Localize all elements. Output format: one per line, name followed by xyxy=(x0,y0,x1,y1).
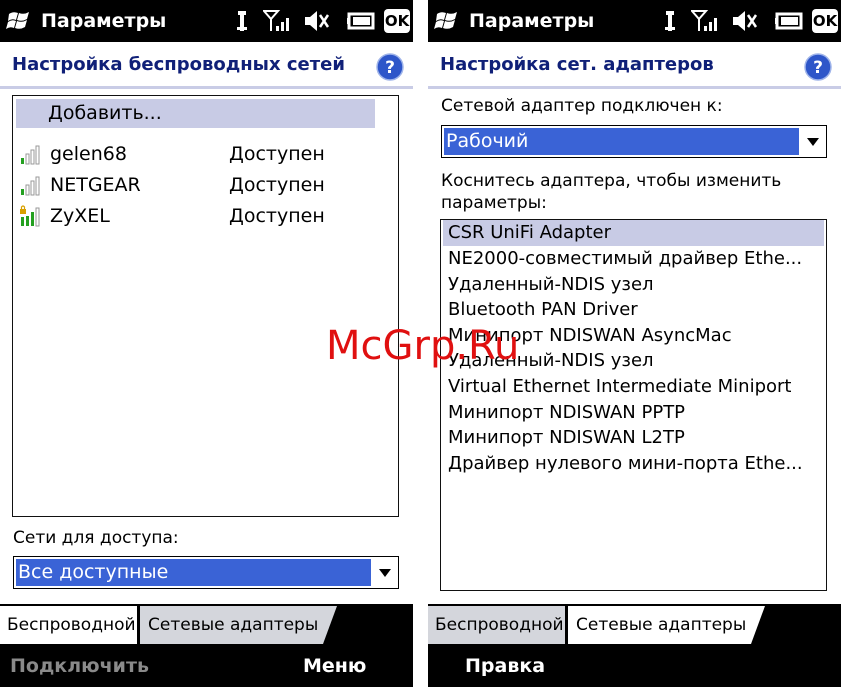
adapter-item[interactable]: Bluetooth PAN Driver xyxy=(443,297,824,323)
menu-softkey[interactable]: Меню xyxy=(303,654,366,678)
speaker-mute-icon[interactable] xyxy=(303,8,331,34)
battery-icon[interactable] xyxy=(347,8,377,34)
signal-strength-icon[interactable] xyxy=(691,8,721,34)
help-icon[interactable]: ? xyxy=(376,53,404,81)
tab-wireless[interactable]: Беспроводной xyxy=(0,606,137,644)
adapter-item[interactable]: Минипорт NDISWAN AsyncMac xyxy=(443,323,824,349)
help-icon[interactable]: ? xyxy=(804,53,832,81)
ok-button[interactable]: OK xyxy=(384,9,410,33)
antenna-icon[interactable] xyxy=(234,8,250,34)
adapter-item[interactable]: NE2000-совместимый драйвер Ethe... xyxy=(443,246,824,272)
help-glyph: ? xyxy=(813,58,823,78)
softkey-bar: Подключить Меню xyxy=(0,644,413,687)
network-filter-select[interactable]: Все доступные xyxy=(13,556,399,589)
speaker-mute-icon[interactable] xyxy=(731,8,759,34)
page-header: Настройка сет. адаптеров ? xyxy=(428,42,841,89)
network-item[interactable]: ZyXEL Доступен xyxy=(13,201,398,231)
network-list[interactable]: Добавить... gelen68 Доступен NETGEAR Дос… xyxy=(12,95,399,517)
ok-label: OK xyxy=(384,12,410,30)
page-header: Настройка беспроводных сетей ? xyxy=(0,42,413,89)
adapter-list[interactable]: CSR UniFi Adapter NE2000-совместимый дра… xyxy=(440,219,827,591)
tab-bar: Беспроводной Сетевые адаптеры xyxy=(0,604,413,644)
adapter-hint-line-1: Коснитесь адаптера, чтобы изменить xyxy=(441,171,782,191)
adapter-connection-value: Рабочий xyxy=(444,128,799,155)
network-item[interactable]: NETGEAR Доступен xyxy=(13,170,398,200)
network-status: Доступен xyxy=(229,174,325,196)
tab-network-adapters[interactable]: Сетевые адаптеры xyxy=(568,606,765,644)
signal-bars-weak-icon xyxy=(21,176,40,196)
adapter-item[interactable]: Virtual Ethernet Intermediate Miniport xyxy=(443,374,824,400)
app-title: Параметры xyxy=(469,10,595,32)
signal-bars-locked-strong-icon xyxy=(20,205,40,227)
network-item[interactable]: gelen68 Доступен xyxy=(13,139,398,169)
tab-wireless[interactable]: Беспроводной xyxy=(428,606,565,644)
page-title: Настройка беспроводных сетей xyxy=(12,54,345,75)
connected-to-label: Сетевой адаптер подключен к: xyxy=(441,96,723,116)
ok-label: OK xyxy=(812,12,838,30)
network-adapters-screen: Параметры OK Настройка сет. адаптеров ? … xyxy=(428,0,841,687)
adapter-item[interactable]: Минипорт NDISWAN PPTP xyxy=(443,400,824,426)
network-status: Доступен xyxy=(229,205,325,227)
network-status: Доступен xyxy=(229,143,325,165)
signal-bars-weak-icon xyxy=(21,145,40,165)
adapter-item[interactable]: Удаленный-NDIS узел xyxy=(443,348,824,374)
softkey-bar: Правка xyxy=(428,644,841,687)
network-name: gelen68 xyxy=(50,143,127,165)
chevron-down-icon[interactable] xyxy=(807,138,819,146)
adapter-item[interactable]: CSR UniFi Adapter xyxy=(443,220,824,246)
battery-icon[interactable] xyxy=(775,8,805,34)
add-network-item[interactable]: Добавить... xyxy=(16,99,375,128)
app-title: Параметры xyxy=(41,10,167,32)
windows-start-icon[interactable] xyxy=(434,8,460,34)
page-title: Настройка сет. адаптеров xyxy=(440,54,714,75)
title-bar: Параметры OK xyxy=(0,0,413,42)
network-name: NETGEAR xyxy=(50,174,141,196)
tab-bar: Беспроводной Сетевые адаптеры xyxy=(428,604,841,644)
chevron-down-icon[interactable] xyxy=(379,569,391,577)
adapter-connection-select[interactable]: Рабочий xyxy=(441,125,827,158)
tab-network-adapters[interactable]: Сетевые адаптеры xyxy=(140,606,337,644)
wireless-settings-screen: Параметры OK Настройка беспроводных сете… xyxy=(0,0,413,687)
title-bar: Параметры OK xyxy=(428,0,841,42)
help-glyph: ? xyxy=(385,58,395,78)
connect-softkey[interactable]: Подключить xyxy=(10,654,149,678)
adapter-item[interactable]: Удаленный-NDIS узел xyxy=(443,272,824,298)
adapter-item[interactable]: Драйвер нулевого мини-порта Ethe... xyxy=(443,451,824,477)
edit-softkey[interactable]: Правка xyxy=(465,654,545,678)
antenna-icon[interactable] xyxy=(662,8,678,34)
filter-label: Сети для доступа: xyxy=(13,528,179,548)
network-name: ZyXEL xyxy=(50,205,110,227)
network-filter-value: Все доступные xyxy=(16,559,371,586)
adapter-hint-line-2: параметры: xyxy=(441,193,547,213)
adapter-item[interactable]: Минипорт NDISWAN L2TP xyxy=(443,425,824,451)
ok-button[interactable]: OK xyxy=(812,9,838,33)
signal-strength-icon[interactable] xyxy=(263,8,293,34)
windows-start-icon[interactable] xyxy=(6,8,32,34)
